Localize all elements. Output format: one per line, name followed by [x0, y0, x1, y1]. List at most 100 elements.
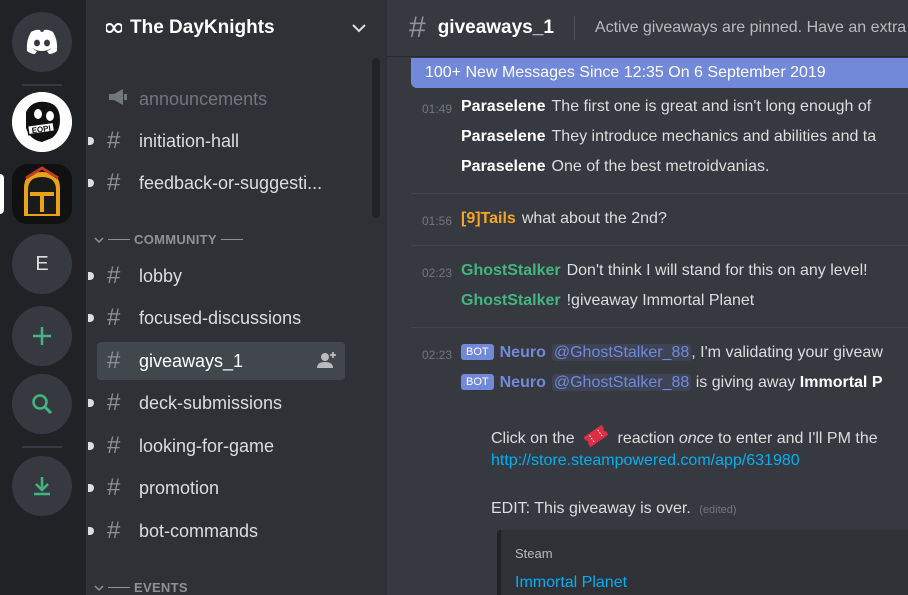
- timestamp: 02:23: [422, 266, 453, 280]
- rail-separator: [22, 446, 62, 448]
- channel-lobby[interactable]: # lobby: [97, 257, 345, 295]
- unread-indicator: [88, 484, 94, 492]
- new-messages-banner[interactable]: 100+ New Messages Since 12:35 On 6 Septe…: [411, 58, 908, 88]
- unread-indicator: [88, 179, 94, 187]
- channel-sidebar: The DayKnights announcements # initiatio…: [86, 0, 387, 595]
- message-text: is giving away: [695, 374, 796, 391]
- channel-promotion[interactable]: # promotion: [97, 469, 345, 507]
- category-events[interactable]: EVENTS: [94, 580, 188, 595]
- server-dayknights-icon[interactable]: [12, 164, 72, 224]
- invite-member-icon[interactable]: [317, 351, 337, 369]
- message-line: GhostStalker !giveaway Immortal Planet: [461, 292, 754, 310]
- server-eopi-icon[interactable]: EOPI: [12, 92, 72, 152]
- link-embed: Steam Immortal Planet: [497, 530, 908, 595]
- hash-icon: #: [107, 432, 121, 459]
- plus-icon: [33, 327, 51, 345]
- channel-feedback[interactable]: # feedback-or-suggesti...: [97, 164, 345, 202]
- server-rail: EOPI E: [0, 0, 86, 595]
- bot-tag: BOT: [461, 374, 494, 390]
- username[interactable]: Paraselene: [461, 158, 546, 175]
- channel-label: looking-for-game: [139, 435, 275, 456]
- add-server-button[interactable]: [12, 306, 72, 366]
- channel-label: deck-submissions: [139, 392, 283, 413]
- username[interactable]: Paraselene: [461, 98, 546, 115]
- search-icon: [32, 394, 53, 415]
- message-line: http://store.steampowered.com/app/631980: [491, 452, 800, 470]
- channel-focused-discussions[interactable]: # focused-discussions: [97, 299, 345, 337]
- message-text: They introduce mechanics and abilities a…: [551, 128, 877, 145]
- chevron-down-icon: [94, 236, 104, 243]
- unread-indicator: [88, 314, 94, 322]
- message-text: to enter and I'll PM the: [718, 430, 878, 447]
- timestamp: 01:56: [422, 214, 453, 228]
- channel-deck-submissions[interactable]: # deck-submissions: [97, 384, 345, 422]
- active-server-pill: [0, 174, 4, 214]
- hash-icon: #: [107, 474, 121, 501]
- message-text: Don't think I will stand for this on any…: [566, 262, 868, 279]
- hash-icon: #: [107, 304, 121, 331]
- message-line: Paraselene They introduce mechanics and a…: [461, 128, 876, 146]
- category-label: EVENTS: [134, 580, 188, 595]
- username[interactable]: Neuro: [500, 374, 546, 391]
- sidebar-scrollbar[interactable]: [372, 58, 380, 218]
- channel-label: announcements: [139, 88, 268, 109]
- unread-indicator: [88, 399, 94, 407]
- username[interactable]: GhostStalker: [461, 262, 561, 279]
- channel-looking-for-game[interactable]: # looking-for-game: [97, 427, 345, 465]
- message-text: One of the best metroidvanias.: [551, 158, 770, 175]
- message-text: EDIT: This giveaway is over.: [491, 500, 691, 517]
- download-apps-button[interactable]: [12, 456, 72, 516]
- steam-store-link[interactable]: http://store.steampowered.com/app/631980: [491, 452, 800, 469]
- message-line: Paraselene One of the best metroidvanias.: [461, 158, 769, 176]
- username[interactable]: [9]Tails: [461, 210, 516, 227]
- username[interactable]: GhostStalker: [461, 292, 561, 309]
- new-messages-text: 100+ New Messages Since 12:35 On 6 Septe…: [425, 64, 826, 81]
- category-community[interactable]: COMMUNITY: [94, 232, 247, 247]
- message-italic: once: [678, 430, 714, 447]
- server-boost-icon: [106, 22, 122, 34]
- explore-servers-button[interactable]: [12, 374, 72, 434]
- message-line: BOT Neuro @GhostStalker_88, I'm validating…: [461, 344, 883, 362]
- channel-initiation-hall[interactable]: # initiation-hall: [97, 122, 345, 160]
- timestamp: 01:49: [422, 102, 453, 116]
- server-e-icon[interactable]: E: [12, 234, 72, 294]
- rail-separator: [22, 84, 62, 86]
- message-text: , I'm validating your giveaw: [691, 344, 883, 361]
- channel-label: focused-discussions: [139, 307, 302, 328]
- chat-area: # giveaways_1 Active giveaways are pinne…: [387, 0, 908, 595]
- channel-title: giveaways_1: [437, 17, 554, 38]
- unread-indicator: [88, 527, 94, 535]
- channel-topic[interactable]: Active giveaways are pinned. Have an ext…: [595, 19, 906, 37]
- channel-label: feedback-or-suggesti...: [139, 172, 323, 193]
- username[interactable]: Neuro: [500, 344, 546, 361]
- message-text: Click on the: [491, 430, 575, 447]
- game-name-bold: Immortal P: [799, 374, 883, 391]
- embed-title-link[interactable]: Immortal Planet: [515, 574, 627, 592]
- guild-header[interactable]: The DayKnights: [86, 0, 387, 56]
- chevron-down-icon[interactable]: [351, 22, 367, 34]
- hash-icon: #: [107, 169, 121, 196]
- discord-home-icon[interactable]: [12, 12, 72, 72]
- user-mention[interactable]: @GhostStalker_88: [551, 374, 692, 391]
- message-line: EDIT: This giveaway is over. (edited): [491, 500, 737, 518]
- channel-label: initiation-hall: [139, 130, 240, 151]
- username[interactable]: Paraselene: [461, 128, 546, 145]
- server-e-label: E: [35, 252, 49, 275]
- message-text: !giveaway Immortal Planet: [566, 292, 755, 309]
- channel-bot-commands[interactable]: # bot-commands: [97, 512, 345, 550]
- category-label: COMMUNITY: [134, 232, 217, 247]
- user-mention[interactable]: @GhostStalker_88: [551, 344, 692, 361]
- message-line: GhostStalker Don't think I will stand for…: [461, 262, 868, 280]
- guild-name: The DayKnights: [130, 17, 275, 38]
- message-line: Paraselene The first one is great and isn…: [461, 98, 871, 116]
- message-divider: [411, 327, 908, 328]
- hash-icon: #: [107, 517, 121, 544]
- channel-announcements[interactable]: announcements: [97, 80, 345, 118]
- category-dash: [220, 239, 243, 240]
- channel-label: bot-commands: [139, 520, 259, 541]
- edited-label: (edited): [699, 504, 737, 516]
- timestamp: 02:23: [422, 348, 453, 362]
- chevron-down-icon: [94, 584, 104, 591]
- hash-icon: #: [409, 11, 426, 44]
- channel-giveaways[interactable]: # giveaways_1: [97, 342, 345, 380]
